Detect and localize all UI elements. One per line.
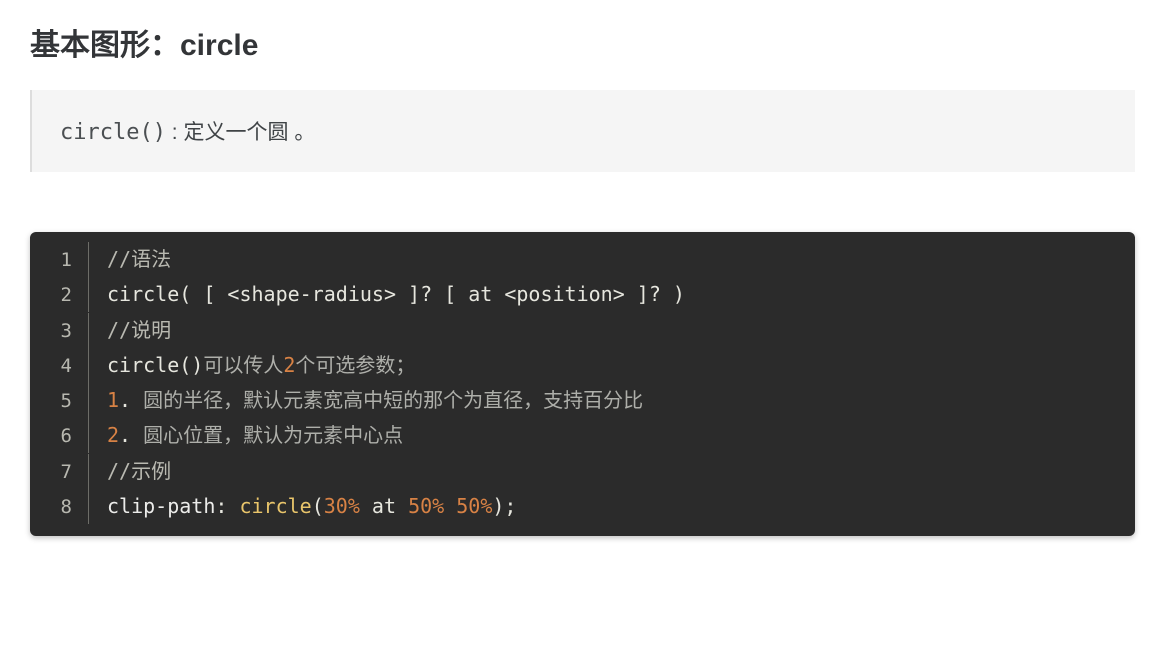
code-token: //语法	[107, 247, 171, 271]
code-token: 50%	[408, 494, 444, 518]
code-token: .	[119, 388, 143, 412]
definition-desc: 定义一个圆 。	[183, 121, 315, 144]
line-number: 6	[30, 420, 88, 453]
code-token: 圆的半径，默认元素宽高中短的那个为直径，支持百分比	[143, 388, 643, 412]
code-block: 1 //语法 2 circle( [ <shape-radius> ]? [ at <…	[30, 232, 1135, 536]
code-token: clip-path	[107, 494, 215, 518]
line-number: 3	[30, 315, 88, 348]
code-line: 51. 圆的半径，默认元素宽高中短的那个为直径，支持百分比	[30, 383, 1135, 418]
code-token: .	[119, 423, 143, 447]
line-number: 7	[30, 456, 88, 489]
line-number: 2	[30, 279, 88, 312]
code-token: 50%	[456, 494, 492, 518]
code-token: 2	[283, 353, 295, 377]
code-content: //语法	[88, 242, 1135, 277]
code-line: 3 //说明	[30, 313, 1135, 348]
code-token: circle	[239, 494, 311, 518]
code-token: );	[492, 494, 516, 518]
code-token: 2	[107, 423, 119, 447]
code-token: 可以传人	[203, 353, 283, 377]
line-number: 4	[30, 350, 88, 383]
code-token: (	[312, 494, 324, 518]
code-line: 2 circle( [ <shape-radius> ]? [ at <posit…	[30, 277, 1135, 312]
code-token	[444, 494, 456, 518]
code-line: 62. 圆心位置，默认为元素中心点	[30, 418, 1135, 453]
code-line: 4circle()可以传人2个可选参数；	[30, 348, 1135, 383]
code-token: circle()	[107, 353, 203, 377]
code-token: //说明	[107, 318, 171, 342]
definition-sep: :	[166, 121, 184, 144]
code-token: at	[360, 494, 408, 518]
code-token: 圆心位置，默认为元素中心点	[143, 423, 403, 447]
definition-quote: circle() : 定义一个圆 。	[30, 90, 1135, 172]
code-line: 1 //语法	[30, 242, 1135, 277]
code-token: 1	[107, 388, 119, 412]
code-token: circle( [ <shape-radius> ]? [ at <positi…	[107, 282, 685, 306]
code-content: 1. 圆的半径，默认元素宽高中短的那个为直径，支持百分比	[88, 383, 1135, 418]
line-number: 8	[30, 491, 88, 524]
section-heading: 基本图形：circle	[30, 20, 1135, 64]
code-token: 个可选参数；	[295, 353, 415, 377]
line-number: 5	[30, 385, 88, 418]
line-number: 1	[30, 244, 88, 277]
code-content: circle()可以传人2个可选参数；	[88, 348, 1135, 383]
definition-code: circle()	[60, 120, 166, 145]
code-token: 30%	[324, 494, 360, 518]
page: 基本图形：circle circle() : 定义一个圆 。 1//语法2cir…	[0, 0, 1165, 576]
code-token: //示例	[107, 459, 171, 483]
code-content: //说明	[88, 313, 1135, 348]
code-content: 2. 圆心位置，默认为元素中心点	[88, 418, 1135, 453]
code-content: //示例	[88, 454, 1135, 489]
code-content: circle( [ <shape-radius> ]? [ at <positi…	[88, 277, 1135, 312]
code-content: clip-path: circle(30% at 50% 50%);	[88, 489, 1135, 524]
code-token: :	[215, 494, 239, 518]
code-line: 8clip-path: circle(30% at 50% 50%);	[30, 489, 1135, 524]
code-line: 7 //示例	[30, 454, 1135, 489]
